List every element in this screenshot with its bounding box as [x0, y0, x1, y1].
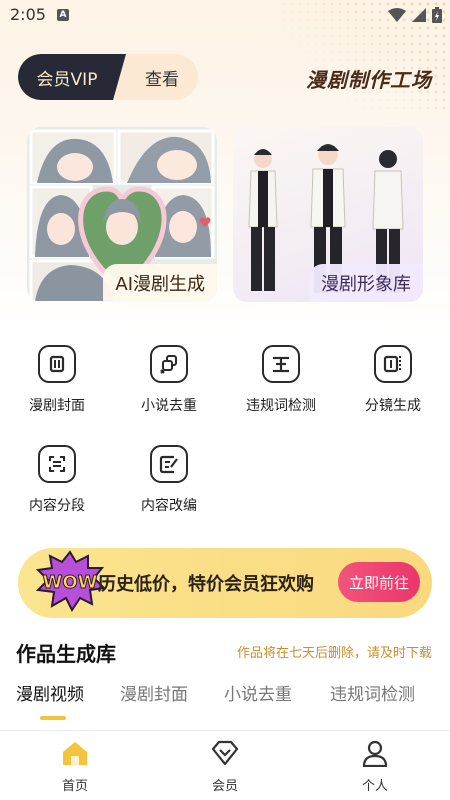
nav-home[interactable]: 首页 [35, 739, 115, 794]
promo-banner[interactable]: WOW 历史低价，特价会员狂欢购 立即前往 [18, 548, 432, 618]
tab-comic-video[interactable]: 漫剧视频 [16, 680, 84, 705]
tool-content-segment[interactable]: 内容分段 [7, 445, 107, 525]
tool-novel-dedupe[interactable]: 小说去重 [119, 345, 219, 425]
member-icon [211, 740, 239, 766]
home-icon [63, 742, 87, 765]
active-tab-indicator [40, 716, 66, 720]
wow-badge-text: WOW [42, 572, 97, 593]
library-notice: 作品将在七天后删除，请及时下载 [236, 646, 432, 661]
tool-label: 漫剧封面 [29, 398, 85, 414]
nav-profile-label: 个人 [361, 779, 388, 794]
tool-storyboard[interactable]: 分镜生成 [343, 345, 443, 425]
promo-text: 历史低价，特价会员狂欢购 [98, 574, 314, 595]
ai-comic-card[interactable]: AI漫剧生成 [27, 127, 217, 302]
vip-tab[interactable]: 会员VIP [18, 54, 126, 100]
signal-icon [412, 8, 426, 22]
cover-icon [38, 345, 76, 383]
storyboard-icon [374, 345, 412, 383]
nav-member-label: 会员 [211, 779, 238, 794]
promo-go-button[interactable]: 立即前往 [338, 562, 420, 602]
dedupe-icon [150, 345, 188, 383]
character-library-card-label: 漫剧形象库 [309, 264, 423, 302]
library-tabs: 漫剧视频 漫剧封面 小说去重 违规词检测 [0, 680, 450, 724]
vip-toggle: 会员VIP 查看 [18, 54, 198, 100]
word-check-icon [262, 345, 300, 383]
tool-label: 小说去重 [141, 398, 197, 414]
ai-comic-card-label: AI漫剧生成 [103, 264, 217, 302]
tab-novel-dedupe[interactable]: 小说去重 [224, 680, 292, 705]
tool-content-adapt[interactable]: 内容改编 [119, 445, 219, 525]
nav-home-label: 首页 [61, 779, 88, 794]
view-tab[interactable]: 查看 [126, 54, 198, 100]
workshop-title: 漫剧制作工场 [306, 68, 432, 92]
tool-label: 违规词检测 [246, 398, 316, 414]
battery-icon [432, 7, 442, 23]
segment-icon [38, 445, 76, 483]
tab-comic-cover[interactable]: 漫剧封面 [120, 680, 188, 705]
profile-icon [362, 740, 388, 768]
tool-comic-cover[interactable]: 漫剧封面 [7, 345, 107, 425]
status-icons [388, 7, 442, 23]
notification-a-icon: A [57, 9, 69, 21]
tool-label: 分镜生成 [365, 398, 421, 414]
tool-word-check[interactable]: 违规词检测 [231, 345, 331, 425]
status-bar: 2:05 A [0, 0, 450, 30]
wifi-icon [388, 8, 406, 22]
bottom-nav: 首页 会员 个人 [0, 730, 450, 800]
adapt-icon [150, 445, 188, 483]
tab-word-check[interactable]: 违规词检测 [330, 680, 415, 705]
nav-member[interactable]: 会员 [185, 739, 265, 794]
character-library-card[interactable]: 漫剧形象库 [233, 127, 423, 302]
status-time: 2:05 [10, 5, 46, 24]
wow-badge-icon: WOW [35, 550, 106, 612]
tool-label: 内容改编 [141, 498, 197, 514]
library-title: 作品生成库 [16, 642, 116, 666]
tool-label: 内容分段 [29, 498, 85, 514]
nav-profile[interactable]: 个人 [335, 739, 415, 794]
